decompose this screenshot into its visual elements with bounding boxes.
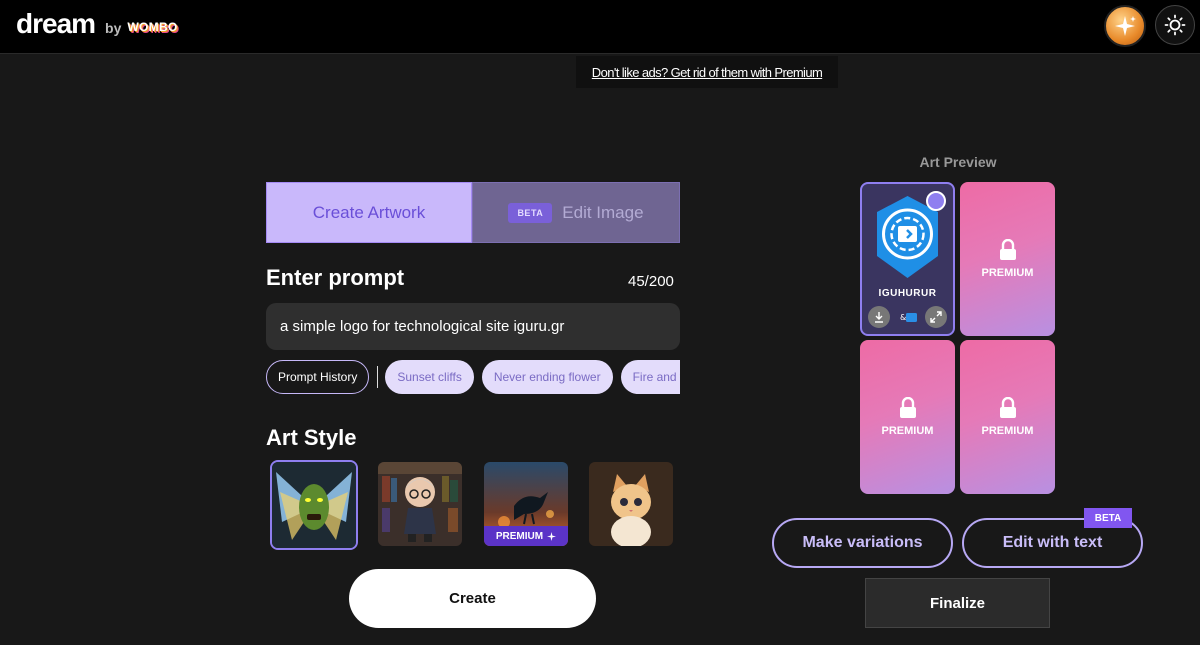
- lock-icon: [999, 239, 1016, 260]
- style-kitten-image: [589, 462, 673, 546]
- suggestion-chip[interactable]: Sunset cliffs: [385, 360, 474, 394]
- style-thumb-kitten[interactable]: [589, 462, 673, 546]
- preview-result-premium[interactable]: PREMIUM: [860, 340, 955, 494]
- user-avatar[interactable]: [1104, 5, 1146, 47]
- art-preview-heading: Art Preview: [919, 154, 997, 170]
- selected-indicator: [926, 191, 946, 211]
- prompt-suggestions: Prompt History Sunset cliffs Never endin…: [266, 359, 680, 395]
- suggestion-chip[interactable]: Fire and water: [620, 360, 680, 394]
- style-warrior-image: [272, 462, 356, 548]
- edit-text-beta-badge: BETA: [1084, 508, 1132, 528]
- prompt-heading: Enter prompt: [266, 265, 405, 290]
- premium-style-label: PREMIUM: [495, 530, 544, 542]
- beta-badge: BETA: [508, 202, 553, 223]
- logo-wombo-text: WOMBO: [127, 20, 178, 34]
- premium-lock-label: PREMIUM: [981, 267, 1034, 279]
- svg-text:&: &: [900, 313, 906, 322]
- tab-edit-label: Edit Image: [562, 202, 644, 222]
- logo-by-text: by: [105, 20, 122, 36]
- art-style-heading: Art Style: [266, 425, 357, 450]
- suggestion-chip[interactable]: Never ending flower: [481, 360, 613, 394]
- make-variations-button[interactable]: Make variations: [772, 518, 953, 568]
- lock-icon: [999, 397, 1016, 418]
- expand-icon: [930, 311, 942, 323]
- preview-result-1[interactable]: IGUHURUR &: [860, 182, 955, 336]
- preview-actions: &: [862, 306, 953, 328]
- remove-ads-link[interactable]: Don't like ads? Get rid of them with Pre…: [592, 65, 823, 80]
- sparkle-avatar-icon: [1115, 16, 1136, 36]
- premium-style-badge: PREMIUM: [484, 526, 568, 546]
- download-button[interactable]: [868, 306, 890, 328]
- premium-lock-label: PREMIUM: [981, 425, 1034, 437]
- tab-create-label: Create Artwork: [312, 202, 426, 222]
- prompt-history-button[interactable]: Prompt History: [266, 360, 370, 394]
- preview-result-premium[interactable]: PREMIUM: [960, 182, 1055, 336]
- tab-edit-image[interactable]: BETA Edit Image: [472, 182, 680, 243]
- prompt-char-count: 45/200: [628, 273, 674, 290]
- app-logo[interactable]: dream by WOMBO: [16, 8, 178, 40]
- expand-button[interactable]: [925, 306, 947, 328]
- prompt-input[interactable]: [266, 303, 680, 350]
- theme-toggle-button[interactable]: [1155, 5, 1195, 45]
- premium-lock-label: PREMIUM: [881, 425, 934, 437]
- generated-logo-caption: IGUHURUR: [878, 288, 937, 299]
- sparkle-icon: [547, 531, 557, 541]
- mode-tabs: Create Artwork BETA Edit Image: [266, 182, 680, 243]
- art-style-list: PREMIUM: [266, 458, 680, 550]
- style-thumb-warrior[interactable]: [270, 460, 358, 550]
- logo-dream-text: dream: [16, 8, 96, 39]
- lock-icon: [899, 397, 916, 418]
- create-button[interactable]: Create: [349, 569, 596, 628]
- ad-banner: Don't like ads? Get rid of them with Pre…: [576, 56, 838, 88]
- chip-divider: [377, 366, 379, 388]
- tab-create-artwork[interactable]: Create Artwork: [266, 182, 472, 243]
- preview-result-premium[interactable]: PREMIUM: [960, 340, 1055, 494]
- style-figurine-image: [378, 462, 462, 546]
- download-icon: [875, 312, 883, 323]
- sun-icon: [1164, 14, 1186, 36]
- finalize-button[interactable]: Finalize: [865, 578, 1050, 628]
- top-bar: dream by WOMBO: [0, 0, 1200, 54]
- share-icon[interactable]: &: [898, 310, 918, 324]
- style-thumb-crow[interactable]: PREMIUM: [484, 462, 568, 546]
- style-thumb-figurine[interactable]: [378, 462, 462, 546]
